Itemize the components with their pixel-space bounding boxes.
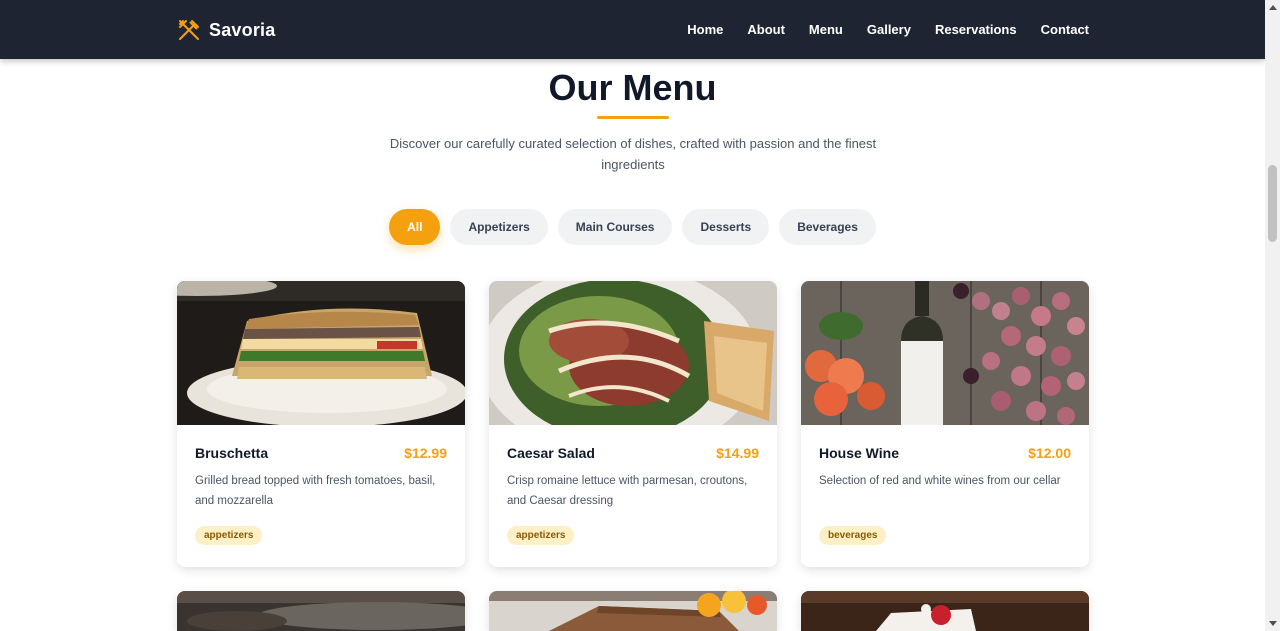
filter-appetizers-button[interactable]: Appetizers xyxy=(450,209,548,245)
category-tag: appetizers xyxy=(507,526,575,545)
scroll-up-arrow-icon[interactable] xyxy=(1265,0,1280,15)
filter-all-button[interactable]: All xyxy=(389,209,441,245)
menu-item-description: Grilled bread topped with fresh tomatoes… xyxy=(195,475,436,507)
page-scrollbar[interactable] xyxy=(1265,0,1280,631)
filter-main-courses-button[interactable]: Main Courses xyxy=(557,209,673,245)
nav-link-reservations[interactable]: Reservations xyxy=(935,22,1017,37)
filter-beverages-button[interactable]: Beverages xyxy=(779,209,876,245)
nav-link-gallery[interactable]: Gallery xyxy=(867,22,911,37)
navbar: Savoria Home About Menu Gallery Reservat… xyxy=(0,0,1265,59)
title-underline xyxy=(597,116,669,119)
menu-section: Our Menu Discover our carefully curated … xyxy=(0,59,1265,631)
category-tag: beverages xyxy=(819,526,887,545)
nav-link-menu[interactable]: Menu xyxy=(809,22,843,37)
menu-card[interactable] xyxy=(489,591,777,631)
menu-item-name: Bruschetta xyxy=(195,445,269,461)
wine-grapes-photo xyxy=(801,281,1089,425)
category-filters: All Appetizers Main Courses Desserts Bev… xyxy=(0,209,1265,245)
menu-card[interactable]: Caesar Salad $14.99 Crisp romaine lettuc… xyxy=(489,281,777,567)
menu-card[interactable]: Bruschetta $12.99 Grilled bread topped w… xyxy=(177,281,465,567)
section-title: Our Menu xyxy=(548,67,717,108)
nav-links: Home About Menu Gallery Reservations Con… xyxy=(687,0,1089,59)
scrollbar-thumb[interactable] xyxy=(1268,165,1277,242)
menu-card[interactable] xyxy=(177,591,465,631)
menu-item-price: $12.99 xyxy=(404,445,447,461)
nav-link-home[interactable]: Home xyxy=(687,22,723,37)
nav-link-contact[interactable]: Contact xyxy=(1041,22,1089,37)
brand-name: Savoria xyxy=(209,19,276,40)
menu-item-price: $14.99 xyxy=(716,445,759,461)
brand-logo-link[interactable]: Savoria xyxy=(177,17,275,43)
sandwich-photo xyxy=(177,281,465,425)
menu-item-price: $12.00 xyxy=(1028,445,1071,461)
tiramisu-photo xyxy=(489,591,777,631)
menu-item-description: Crisp romaine lettuce with parmesan, cro… xyxy=(507,475,748,507)
menu-item-name: Caesar Salad xyxy=(507,445,595,461)
filter-desserts-button[interactable]: Desserts xyxy=(682,209,770,245)
menu-item-name: House Wine xyxy=(819,445,899,461)
menu-card[interactable] xyxy=(801,591,1089,631)
menu-grid: Bruschetta $12.99 Grilled bread topped w… xyxy=(177,281,1089,631)
section-subtitle: Discover our carefully curated selection… xyxy=(389,136,877,172)
salad-photo xyxy=(489,281,777,425)
scroll-down-arrow-icon[interactable] xyxy=(1265,616,1280,631)
utensils-icon xyxy=(177,18,201,42)
menu-card[interactable]: House Wine $12.00 Selection of red and w… xyxy=(801,281,1089,567)
strawberry-cake-photo xyxy=(801,591,1089,631)
menu-item-description: Selection of red and white wines from ou… xyxy=(819,475,1061,487)
category-tag: appetizers xyxy=(195,526,263,545)
dark-dish-photo xyxy=(177,591,465,631)
nav-link-about[interactable]: About xyxy=(747,22,785,37)
